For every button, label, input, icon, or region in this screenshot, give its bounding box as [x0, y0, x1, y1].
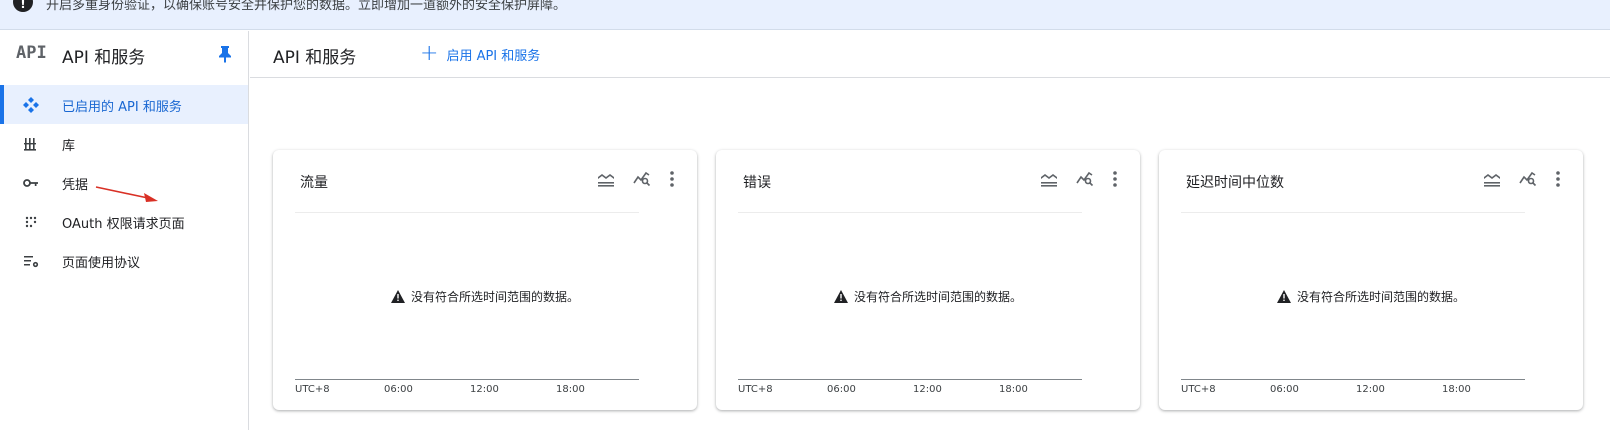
sidebar-header: API API 和服务	[0, 31, 249, 77]
tick-label: 12:00	[1356, 384, 1385, 395]
tick-label: 18:00	[1442, 384, 1471, 395]
legend-toggle-icon[interactable]	[597, 171, 615, 187]
legend-toggle-icon[interactable]	[1483, 171, 1501, 187]
page-title: API 和服务	[273, 48, 357, 68]
tick-label: 06:00	[384, 384, 413, 395]
latency-card: 延迟时间中位数 没有符合所选时间范围的数据。 UTC+8 06:00 12:00…	[1159, 150, 1583, 410]
tick-label: 06:00	[1270, 384, 1299, 395]
plus-icon: +	[420, 41, 439, 66]
api-logo: API	[16, 43, 47, 63]
annotation-arrow	[95, 186, 158, 202]
mfa-banner: ! 开启多重身份验证，以确保账号安全并保护您的数据。立即增加一道额外的安全保护屏…	[0, 0, 1610, 30]
tick-label: UTC+8	[1181, 384, 1216, 395]
more-vert-icon[interactable]	[1555, 170, 1561, 188]
sidebar: API API 和服务 已启用的 API 和服务 库 凭据 OAuth 权限请求…	[0, 31, 249, 430]
card-divider	[1181, 212, 1525, 213]
tick-label: 06:00	[827, 384, 856, 395]
explore-chart-icon[interactable]	[1076, 171, 1094, 187]
tick-label: 18:00	[999, 384, 1028, 395]
no-data-text: 没有符合所选时间范围的数据。	[1296, 290, 1465, 304]
tick-label: UTC+8	[295, 384, 330, 395]
more-vert-icon[interactable]	[669, 170, 675, 188]
explore-chart-icon[interactable]	[633, 171, 651, 187]
sidebar-item-library[interactable]: 库	[0, 124, 248, 163]
no-data-message: 没有符合所选时间范围的数据。	[273, 288, 697, 305]
sidebar-item-enabled-apis[interactable]: 已启用的 API 和服务	[0, 85, 248, 124]
tick-label: UTC+8	[738, 384, 773, 395]
explore-chart-icon[interactable]	[1519, 171, 1537, 187]
no-data-text: 没有符合所选时间范围的数据。	[410, 290, 579, 304]
errors-card: 错误 没有符合所选时间范围的数据。 UTC+8 06:00 12:00 18:0…	[716, 150, 1140, 410]
card-divider	[295, 212, 639, 213]
settings-list-icon	[24, 256, 39, 268]
enable-apis-button[interactable]: + 启用 API 和服务	[416, 41, 544, 67]
warning-icon	[833, 290, 848, 303]
pin-icon[interactable]	[218, 45, 232, 63]
info-icon: !	[13, 0, 33, 12]
card-divider	[738, 212, 1082, 213]
enable-apis-label: 启用 API 和服务	[446, 48, 541, 64]
sidebar-title: API 和服务	[62, 48, 146, 68]
sidebar-item-label: 库	[62, 139, 76, 154]
legend-toggle-icon[interactable]	[1040, 171, 1058, 187]
sidebar-item-page-agreements[interactable]: 页面使用协议	[0, 241, 248, 280]
no-data-message: 没有符合所选时间范围的数据。	[1159, 288, 1583, 305]
x-axis	[1181, 379, 1525, 380]
warning-icon	[390, 290, 405, 303]
page-header: API 和服务 + 启用 API 和服务	[250, 31, 1610, 78]
x-axis	[295, 379, 639, 380]
banner-text: 开启多重身份验证，以确保账号安全并保护您的数据。立即增加一道额外的安全保护屏障。	[46, 0, 567, 13]
tick-label: 12:00	[470, 384, 499, 395]
more-vert-icon[interactable]	[1112, 170, 1118, 188]
warning-icon	[1276, 290, 1291, 303]
no-data-text: 没有符合所选时间范围的数据。	[853, 290, 1022, 304]
sidebar-item-oauth-consent[interactable]: OAuth 权限请求页面	[0, 202, 248, 241]
sidebar-item-label: 页面使用协议	[62, 256, 141, 271]
traffic-card: 流量 没有符合所选时间范围的数据。 UTC+8 06:00 12:00 18:0…	[273, 150, 697, 410]
sidebar-item-label: 已启用的 API 和服务	[62, 100, 182, 115]
card-title: 延迟时间中位数	[1186, 175, 1284, 191]
sidebar-item-label: OAuth 权限请求页面	[62, 217, 185, 232]
oauth-dots-icon	[25, 216, 37, 228]
x-axis	[738, 379, 1082, 380]
card-title: 错误	[743, 175, 771, 191]
tick-label: 12:00	[913, 384, 942, 395]
api-hub-icon	[23, 97, 39, 113]
card-title: 流量	[300, 175, 328, 191]
key-icon	[23, 179, 38, 187]
sidebar-item-label: 凭据	[62, 178, 89, 193]
tick-label: 18:00	[556, 384, 585, 395]
library-icon	[24, 138, 36, 151]
no-data-message: 没有符合所选时间范围的数据。	[716, 288, 1140, 305]
